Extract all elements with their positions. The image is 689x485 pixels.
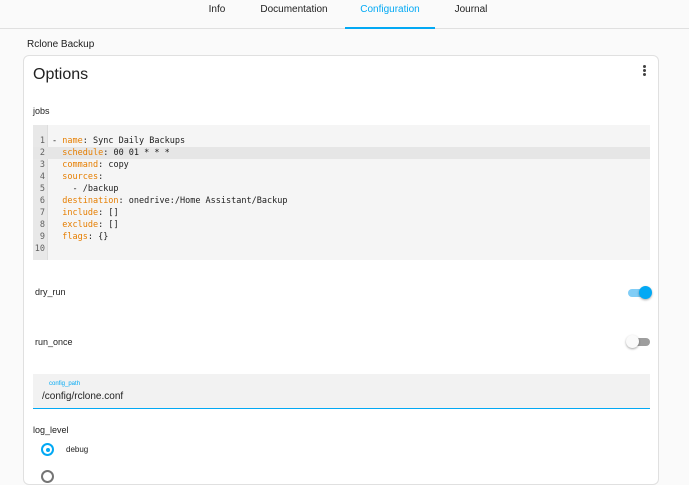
log-level-debug-radio[interactable] [41, 443, 54, 456]
yaml-key: destination [62, 196, 119, 206]
line-number: 1 [39, 136, 45, 146]
yaml-key: name [62, 136, 83, 146]
log-level-label: log_level [33, 425, 69, 435]
page-title: Rclone Backup [27, 39, 95, 50]
code-text: sources: [52, 171, 103, 183]
line-number: 8 [39, 220, 45, 230]
yaml-separator: : [87, 232, 99, 242]
yaml-value: - /backup [72, 184, 119, 194]
code-text: command: copy [52, 159, 129, 171]
dry-run-toggle[interactable] [626, 286, 652, 299]
tab-info[interactable]: Info [200, 0, 234, 28]
yaml-code-editor[interactable]: 1- name: Sync Daily Backups 2 schedule: 0… [33, 125, 650, 260]
yaml-key: include [62, 208, 99, 218]
code-line: 5 - /backup [33, 183, 650, 195]
yaml-value: {} [98, 232, 109, 242]
code-line: 10 [33, 243, 650, 255]
yaml-separator: : [98, 160, 109, 170]
code-line: 1- name: Sync Daily Backups [33, 135, 650, 147]
code-prefix [52, 208, 62, 218]
yaml-value: copy [108, 160, 129, 170]
more-vertical-icon[interactable] [638, 64, 650, 78]
yaml-value: [] [108, 208, 119, 218]
tab-documentation[interactable]: Documentation [252, 0, 336, 28]
yaml-separator: : [82, 136, 93, 146]
code-line: 7 include: [] [33, 207, 650, 219]
yaml-key: schedule [62, 148, 104, 158]
line-number: 4 [39, 172, 45, 182]
yaml-separator: : [98, 172, 104, 182]
line-number: 2 [39, 148, 45, 158]
config-path-input[interactable] [42, 389, 632, 403]
switch-thumb [639, 286, 652, 299]
config-path-label: config_path [49, 381, 81, 387]
code-prefix [52, 196, 62, 206]
run-once-toggle[interactable] [626, 335, 650, 348]
line-number: 3 [39, 160, 45, 170]
yaml-separator: : [103, 148, 114, 158]
yaml-key: command [62, 160, 99, 170]
code-line: 9 flags: {} [33, 231, 650, 243]
yaml-value: Sync Daily Backups [92, 136, 186, 146]
code-line: 6 destination: onedrive:/Home Assistant/… [33, 195, 650, 207]
code-text: - name: Sync Daily Backups [52, 135, 185, 147]
options-card [23, 55, 659, 485]
code-text: - /backup [52, 183, 119, 195]
code-text: include: [] [52, 207, 119, 219]
line-number: 10 [34, 244, 45, 254]
code-prefix [52, 160, 62, 170]
code-line: 8 exclude: [] [33, 219, 650, 231]
code-line: 3 command: copy [33, 159, 650, 171]
yaml-key: exclude [62, 220, 99, 230]
yaml-key: sources [62, 172, 99, 182]
code-prefix [52, 184, 72, 194]
code-prefix: - [52, 136, 63, 146]
code-text: destination: onedrive:/Home Assistant/Ba… [52, 195, 287, 207]
yaml-separator: : [98, 220, 109, 230]
code-text: exclude: [] [52, 219, 119, 231]
yaml-value: [] [108, 220, 119, 230]
code-text: schedule: 00 01 * * * [52, 147, 170, 159]
line-number: 6 [39, 196, 45, 206]
code-text: flags: {} [52, 231, 108, 243]
log-level-next-radio[interactable] [41, 470, 54, 483]
tab-journal[interactable]: Journal [445, 0, 497, 28]
run-once-label: run_once [35, 337, 73, 347]
yaml-separator: : [118, 196, 129, 206]
code-prefix [52, 220, 62, 230]
yaml-separator: : [98, 208, 109, 218]
code-prefix [52, 148, 62, 158]
card-title: Options [33, 66, 89, 83]
line-number: 5 [39, 184, 45, 194]
tab-configuration[interactable]: Configuration [345, 0, 435, 29]
log-level-debug-label: debug [66, 445, 89, 454]
code-prefix [52, 232, 62, 242]
line-number: 7 [39, 208, 45, 218]
code-line: 2 schedule: 00 01 * * * [33, 147, 650, 159]
yaml-value: 00 01 * * * [113, 148, 170, 158]
config-path-field[interactable]: config_path [33, 374, 650, 409]
line-number: 9 [39, 232, 45, 242]
tab-bar: Info Documentation Configuration Journal [0, 0, 689, 29]
yaml-value: onedrive:/Home Assistant/Backup [128, 196, 288, 206]
code-prefix [52, 172, 62, 182]
code-line: 4 sources: [33, 171, 650, 183]
switch-thumb [626, 335, 639, 348]
jobs-label: jobs [33, 106, 50, 116]
yaml-key: flags [62, 232, 88, 242]
dry-run-label: dry_run [35, 287, 66, 297]
